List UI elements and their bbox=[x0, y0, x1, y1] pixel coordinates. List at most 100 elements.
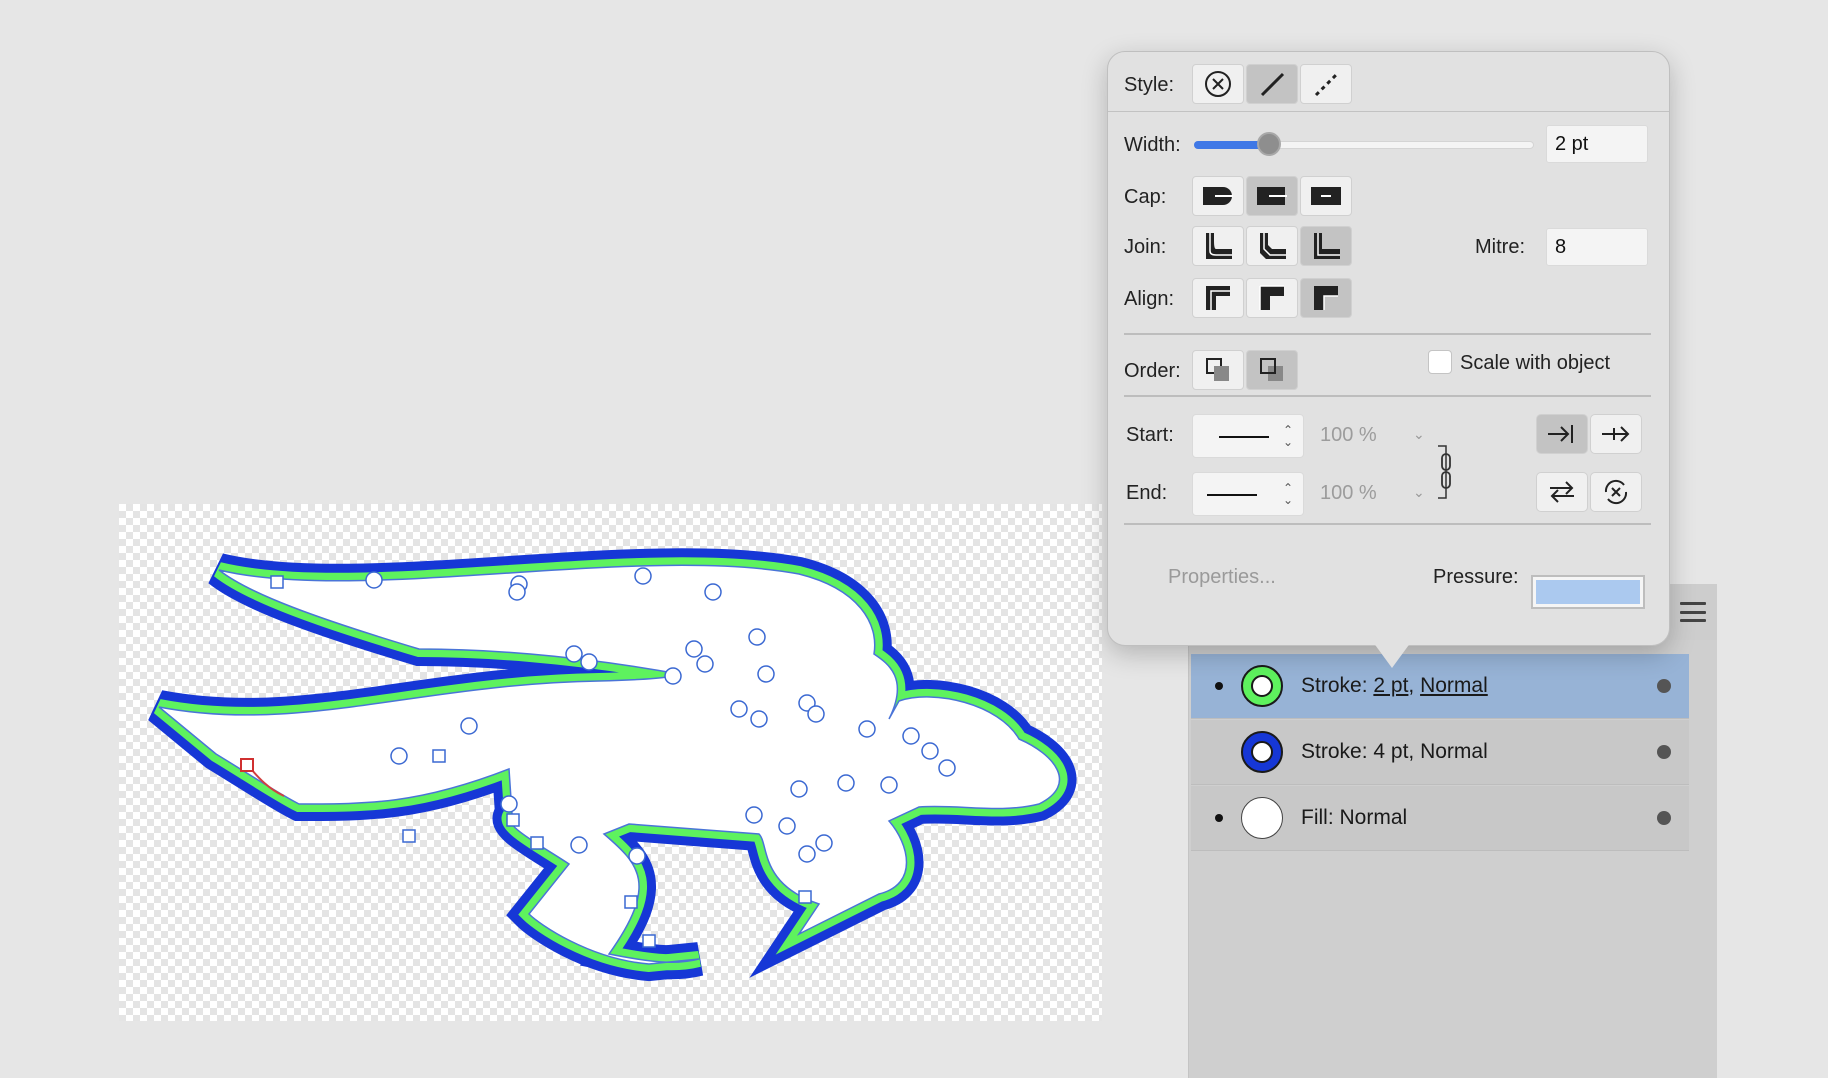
none-icon bbox=[1205, 71, 1231, 97]
path-node[interactable] bbox=[365, 571, 383, 589]
arrowhead-at-end-button[interactable] bbox=[1590, 414, 1642, 454]
path-node[interactable] bbox=[902, 727, 920, 745]
path-node[interactable] bbox=[500, 795, 518, 813]
path-node[interactable] bbox=[790, 780, 808, 798]
dragon-artwork[interactable] bbox=[119, 504, 1102, 1021]
blue-stroke-swatch[interactable] bbox=[1241, 731, 1283, 773]
mitre-field[interactable]: 8 bbox=[1546, 228, 1648, 266]
path-node[interactable] bbox=[565, 645, 583, 663]
path-node[interactable] bbox=[580, 653, 598, 671]
align-inside-icon bbox=[1259, 285, 1284, 310]
corner-node[interactable] bbox=[798, 890, 812, 904]
visibility-dot[interactable] bbox=[1215, 814, 1223, 822]
swap-arrowheads-button[interactable] bbox=[1536, 472, 1588, 512]
divider bbox=[1124, 333, 1651, 335]
pressure-curve-preview[interactable] bbox=[1531, 575, 1645, 609]
path-node[interactable] bbox=[748, 628, 766, 646]
path-node[interactable] bbox=[390, 747, 408, 765]
path-node[interactable] bbox=[685, 640, 703, 658]
path-node[interactable] bbox=[750, 710, 768, 728]
link-chain-icon[interactable] bbox=[1436, 444, 1462, 500]
path-node[interactable] bbox=[938, 759, 956, 777]
path-node[interactable] bbox=[460, 717, 478, 735]
mitre-label: Mitre: bbox=[1475, 236, 1525, 258]
path-node[interactable] bbox=[815, 834, 833, 852]
path-node[interactable] bbox=[628, 847, 646, 865]
style-solid-button[interactable] bbox=[1246, 64, 1298, 104]
end-scale-value[interactable]: 100 % bbox=[1320, 482, 1377, 505]
round-cap-icon bbox=[1257, 187, 1287, 205]
path-node[interactable] bbox=[858, 720, 876, 738]
properties-button[interactable]: Properties... bbox=[1168, 566, 1276, 589]
join-round-button[interactable] bbox=[1246, 226, 1298, 266]
path-node[interactable] bbox=[664, 667, 682, 685]
path-node[interactable] bbox=[570, 836, 588, 854]
stroke-width-link[interactable]: 2 pt bbox=[1373, 674, 1408, 697]
path-node[interactable] bbox=[745, 806, 763, 824]
path-node[interactable] bbox=[757, 665, 775, 683]
path-node[interactable] bbox=[704, 583, 722, 601]
width-slider[interactable] bbox=[1194, 132, 1534, 156]
green-stroke-swatch[interactable] bbox=[1241, 665, 1283, 707]
align-center-button[interactable] bbox=[1192, 278, 1244, 318]
arrow-to-line-icon bbox=[1548, 425, 1573, 443]
chevron-down-icon[interactable]: ⌄ bbox=[1413, 484, 1425, 501]
corner-node[interactable] bbox=[402, 829, 416, 843]
width-field[interactable]: 2 pt bbox=[1546, 125, 1648, 163]
align-inside-button[interactable] bbox=[1246, 278, 1298, 318]
join-mitre-button[interactable] bbox=[1192, 226, 1244, 266]
visibility-dot[interactable] bbox=[1215, 748, 1223, 756]
corner-node[interactable] bbox=[624, 895, 638, 909]
arrowhead-beyond-button[interactable] bbox=[1536, 414, 1588, 454]
blend-mode-link[interactable]: Normal bbox=[1420, 674, 1488, 697]
start-scale-value[interactable]: 100 % bbox=[1320, 424, 1377, 447]
path-node[interactable] bbox=[880, 776, 898, 794]
path-node[interactable] bbox=[508, 583, 526, 601]
corner-node[interactable] bbox=[530, 836, 544, 850]
layer-options-dot[interactable] bbox=[1657, 745, 1671, 759]
artboard-canvas[interactable] bbox=[119, 504, 1102, 1021]
cap-butt-button[interactable] bbox=[1192, 176, 1244, 216]
order-back-button[interactable] bbox=[1246, 350, 1298, 390]
butt-cap-icon bbox=[1203, 187, 1233, 205]
join-bevel-button[interactable] bbox=[1300, 226, 1352, 266]
hamburger-icon bbox=[1680, 602, 1706, 622]
corner-node[interactable] bbox=[432, 749, 446, 763]
slider-knob[interactable] bbox=[1256, 132, 1281, 156]
order-front-button[interactable] bbox=[1192, 350, 1244, 390]
layer-row-stroke-4pt[interactable]: Stroke: 4 pt, Normal bbox=[1191, 720, 1689, 785]
panel-menu-button[interactable] bbox=[1669, 584, 1717, 640]
path-node[interactable] bbox=[921, 742, 939, 760]
style-none-button[interactable] bbox=[1192, 64, 1244, 104]
layer-row-stroke-2pt[interactable]: Stroke: 2 pt, Normal bbox=[1191, 654, 1689, 719]
corner-node[interactable] bbox=[642, 934, 656, 948]
start-arrowhead-select[interactable]: ⌃ ⌄ bbox=[1192, 414, 1304, 458]
path-node[interactable] bbox=[798, 845, 816, 863]
layer-label: Stroke: 4 pt, Normal bbox=[1301, 740, 1488, 763]
align-outside-button[interactable] bbox=[1300, 278, 1352, 318]
style-label: Style: bbox=[1124, 74, 1175, 96]
path-node[interactable] bbox=[807, 705, 825, 723]
selected-node[interactable] bbox=[240, 758, 254, 772]
corner-node[interactable] bbox=[506, 813, 520, 827]
path-node[interactable] bbox=[730, 700, 748, 718]
scale-with-object-label: Scale with object bbox=[1460, 352, 1611, 374]
layer-options-dot[interactable] bbox=[1657, 811, 1671, 825]
layer-options-dot[interactable] bbox=[1657, 679, 1671, 693]
cap-round-button[interactable] bbox=[1246, 176, 1298, 216]
path-node[interactable] bbox=[778, 817, 796, 835]
path-node[interactable] bbox=[696, 655, 714, 673]
path-node[interactable] bbox=[634, 567, 652, 585]
end-arrowhead-select[interactable]: ⌃ ⌄ bbox=[1192, 472, 1304, 516]
style-dashed-button[interactable] bbox=[1300, 64, 1352, 104]
path-node[interactable] bbox=[837, 774, 855, 792]
solid-line-icon bbox=[1260, 72, 1285, 97]
reset-arrowheads-button[interactable] bbox=[1590, 472, 1642, 512]
scale-with-object-checkbox[interactable] bbox=[1428, 350, 1452, 374]
fill-swatch[interactable] bbox=[1241, 797, 1283, 839]
visibility-dot[interactable] bbox=[1215, 682, 1223, 690]
layer-row-fill[interactable]: Fill: Normal bbox=[1191, 786, 1689, 851]
chevron-down-icon[interactable]: ⌄ bbox=[1413, 426, 1425, 443]
cap-square-button[interactable] bbox=[1300, 176, 1352, 216]
corner-node[interactable] bbox=[270, 575, 284, 589]
